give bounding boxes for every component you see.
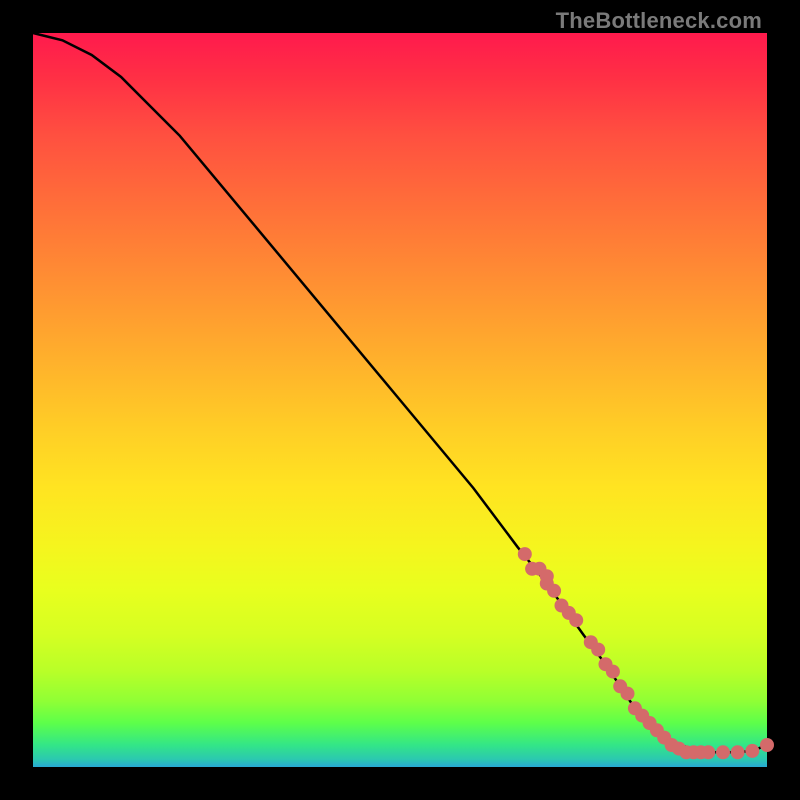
- observed-scatter-group: [518, 547, 774, 759]
- scatter-point: [606, 665, 620, 679]
- scatter-point: [731, 745, 745, 759]
- scatter-point: [716, 745, 730, 759]
- scatter-point: [569, 613, 583, 627]
- scatter-point: [745, 744, 759, 758]
- scatter-point: [518, 547, 532, 561]
- chart-overlay-svg: [33, 33, 767, 767]
- bottleneck-curve: [33, 33, 767, 752]
- scatter-point: [760, 738, 774, 752]
- chart-frame: TheBottleneck.com: [0, 0, 800, 800]
- scatter-point: [621, 687, 635, 701]
- scatter-point: [701, 745, 715, 759]
- attribution-label: TheBottleneck.com: [556, 8, 762, 34]
- scatter-point: [547, 584, 561, 598]
- scatter-point: [591, 643, 605, 657]
